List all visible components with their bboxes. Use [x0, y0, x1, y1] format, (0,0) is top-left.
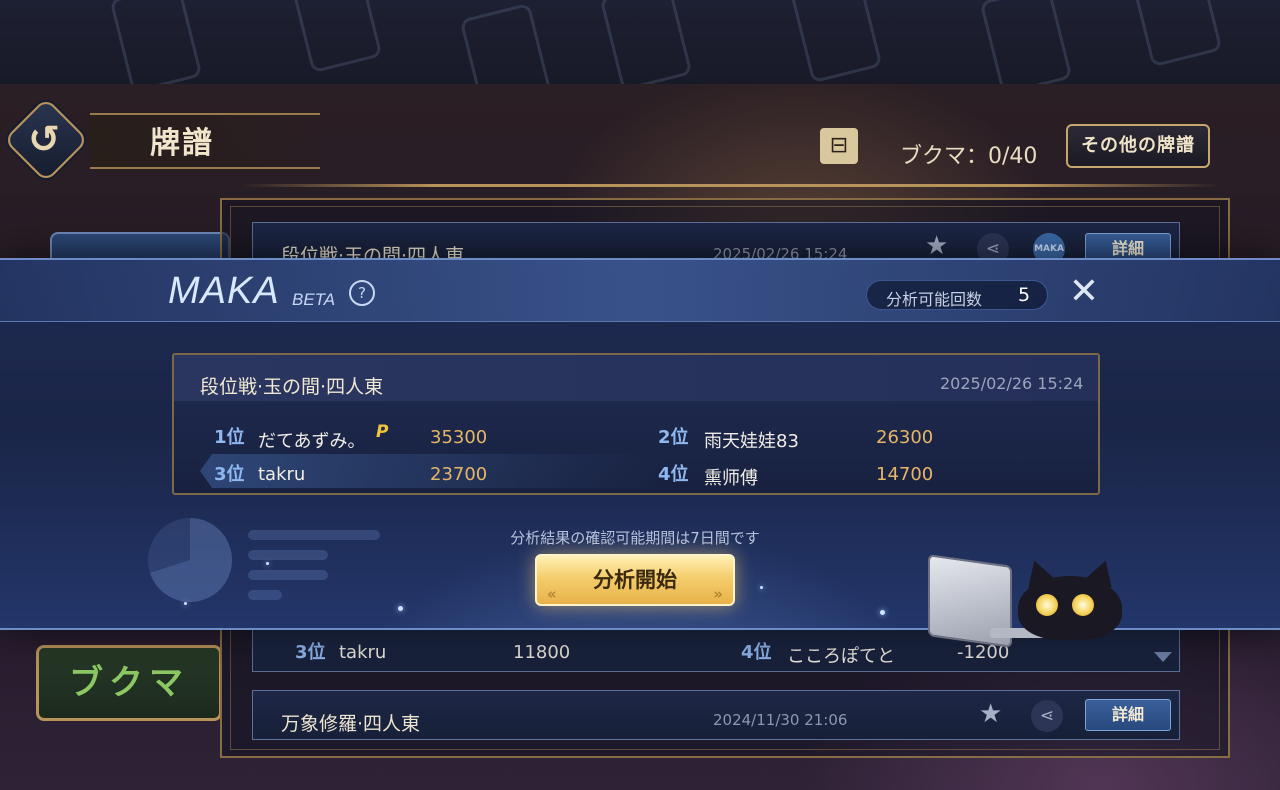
- record-datetime: 2024/11/30 21:06: [713, 711, 848, 729]
- decoration-line: [248, 550, 328, 560]
- sparkle: [184, 602, 187, 605]
- mahjong-tile-decoration: [979, 0, 1073, 84]
- help-icon[interactable]: ?: [349, 280, 375, 306]
- player-rank: 3位: [214, 464, 245, 485]
- chevron-right-icon: »: [713, 585, 723, 603]
- decoration-line: [248, 590, 282, 600]
- black-cat-mascot: [1018, 556, 1122, 640]
- player-score: 26300: [876, 427, 934, 448]
- chevron-left-icon: «: [547, 585, 557, 603]
- analysis-count-label: 分析可能回数: [886, 290, 983, 309]
- match-datetime: 2025/02/26 15:24: [940, 374, 1084, 393]
- star-icon[interactable]: ★: [979, 699, 1002, 729]
- bookmark-count: ブクマ：0/40: [900, 144, 1038, 169]
- match-title: 段位戦·玉の間·四人東: [200, 376, 384, 398]
- star-icon[interactable]: ★: [925, 231, 948, 261]
- side-tab-bookmark[interactable]: ブクマ: [36, 645, 222, 721]
- sparkle: [760, 586, 763, 589]
- player-name: 熏师傅: [704, 468, 758, 489]
- player-name: だてあずみ。: [258, 431, 366, 452]
- player-score: 23700: [430, 464, 488, 485]
- start-analysis-button[interactable]: « 分析開始 »: [535, 554, 735, 606]
- record-card[interactable]: 万象修羅·四人東 2024/11/30 21:06 ★ ⋖ 詳細: [252, 690, 1180, 740]
- premium-badge-icon: P: [376, 422, 389, 442]
- sparkle: [266, 562, 269, 565]
- page-title: 牌譜: [150, 126, 214, 161]
- player-rank: 2位: [658, 427, 689, 448]
- mahjong-tile-decoration: [599, 0, 693, 84]
- mahjong-tile-decoration: [789, 0, 883, 84]
- player-rank: 1位: [214, 427, 245, 448]
- analysis-count-value: 5: [1018, 284, 1031, 306]
- close-icon[interactable]: ✕: [1066, 274, 1102, 310]
- back-arrow-icon[interactable]: ↺: [14, 114, 74, 164]
- start-analysis-label: 分析開始: [593, 568, 677, 592]
- maka-logo: MAKA: [168, 270, 280, 312]
- header-divider: [240, 184, 1220, 187]
- filter-icon[interactable]: ⊟: [820, 128, 858, 164]
- sparkle: [398, 606, 403, 611]
- other-records-button[interactable]: その他の牌譜: [1066, 124, 1210, 168]
- mahjong-tile-decoration: [289, 0, 383, 74]
- mahjong-tile-decoration: [109, 0, 203, 84]
- decoration-line: [248, 570, 328, 580]
- mahjong-tile-decoration: [459, 2, 553, 84]
- cat-eye: [1036, 594, 1058, 616]
- detail-button[interactable]: 詳細: [1085, 699, 1171, 731]
- background-top: [0, 0, 1280, 84]
- share-icon[interactable]: ⋖: [1031, 700, 1063, 732]
- beta-label: BETA: [292, 290, 336, 309]
- player-name: takru: [258, 464, 306, 485]
- player-name: 雨天娃娃83: [704, 431, 799, 452]
- player-rank: 4位: [658, 464, 689, 485]
- player-score: 35300: [430, 427, 488, 448]
- player-name: こころぽてと: [787, 646, 895, 667]
- player-rank: 4位: [741, 642, 772, 663]
- player-score: 14700: [876, 464, 934, 485]
- scroll-down-icon[interactable]: [1154, 652, 1172, 662]
- mahjong-tile-decoration: [1129, 0, 1223, 68]
- player-name: takru: [339, 642, 387, 663]
- player-score: 11800: [513, 642, 571, 663]
- player-rank: 3位: [295, 642, 326, 663]
- retention-notice: 分析結果の確認可能期間は7日間です: [510, 529, 760, 547]
- sparkle: [880, 610, 885, 615]
- cat-eye: [1072, 594, 1094, 616]
- record-title: 万象修羅·四人東: [281, 713, 421, 735]
